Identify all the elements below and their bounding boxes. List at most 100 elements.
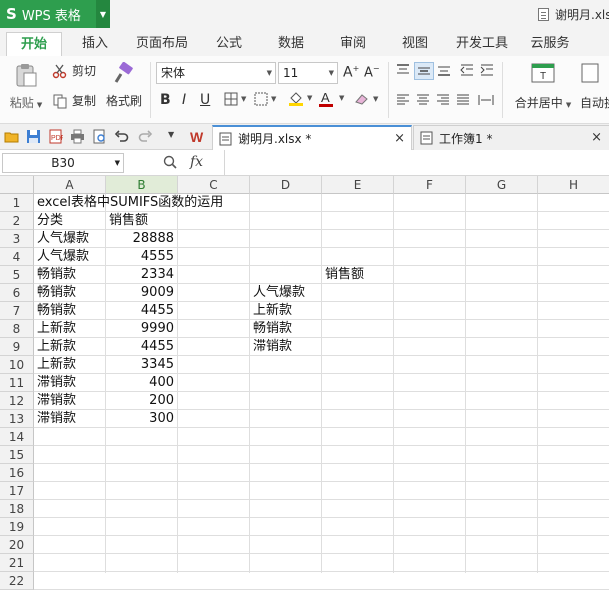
cell-d9[interactable]: 滞销款 [250,338,292,356]
fill-color-dropdown[interactable]: ▼ [304,94,312,102]
row-header-5[interactable]: 5 [0,266,34,284]
increase-indent-button[interactable] [480,64,494,76]
row-header-20[interactable]: 20 [0,536,34,554]
align-top-button[interactable] [396,64,410,76]
spreadsheet-grid[interactable]: ABCDEFGH 1 2 3 4 5 6 7 8 9 10 11 12 13 14 15 16 17 18 19 20… [0,176,609,590]
row-header-14[interactable]: 14 [0,428,34,446]
italic-button[interactable]: I [182,92,186,108]
cell-a7[interactable]: 畅销款 [34,302,76,320]
row-header-8[interactable]: 8 [0,320,34,338]
column-header-c[interactable]: C [178,176,250,194]
cell-b10[interactable]: 3345 [106,356,177,374]
save-icon[interactable] [26,129,41,144]
cell-a10[interactable]: 上新款 [34,356,76,374]
tab-review[interactable]: 审阅 [330,32,376,56]
merge-center-button[interactable]: T 合并居中 ▼ [512,62,574,120]
format-painter-button[interactable]: 格式刷 [104,62,144,120]
cell-a2[interactable]: 分类 [34,212,63,230]
cell-a3[interactable]: 人气爆款 [34,230,89,248]
row-header-22[interactable]: 22 [0,572,34,590]
row-header-19[interactable]: 19 [0,518,34,536]
customize-toolbar-icon[interactable]: ▼ [168,130,174,139]
cell-a4[interactable]: 人气爆款 [34,248,89,266]
row-header-10[interactable]: 10 [0,356,34,374]
align-center-button[interactable] [416,94,430,106]
row-header-9[interactable]: 9 [0,338,34,356]
distribute-button[interactable] [478,94,494,106]
cell-style-button[interactable]: ▼ [254,92,276,106]
row-header-1[interactable]: 1 [0,194,34,212]
tab-developer[interactable]: 开发工具 [450,32,514,56]
bold-button[interactable]: B [160,92,171,108]
fill-color-button[interactable] [288,90,304,106]
cell-a1[interactable]: excel表格中SUMIFS函数的运用 [34,194,223,212]
align-left-button[interactable] [396,94,410,106]
cell-b11[interactable]: 400 [106,374,177,392]
cell-a5[interactable]: 畅销款 [34,266,76,284]
row-header-17[interactable]: 17 [0,482,34,500]
zoom-icon[interactable] [163,155,177,169]
column-header-f[interactable]: F [394,176,466,194]
column-header-h[interactable]: H [538,176,609,194]
row-header-15[interactable]: 15 [0,446,34,464]
row-header-21[interactable]: 21 [0,554,34,572]
cell-b4[interactable]: 4555 [106,248,177,266]
redo-icon[interactable] [138,129,153,144]
cell-b2[interactable]: 销售额 [106,212,148,230]
copy-button[interactable]: 复制 [52,92,96,109]
tab-insert[interactable]: 插入 [70,32,120,56]
wps-cloud-icon[interactable]: W [190,129,205,144]
app-menu-button[interactable]: S WPS 表格 ▼ [0,0,110,28]
close-icon[interactable]: × [591,130,602,145]
cell-b6[interactable]: 9009 [106,284,177,302]
increase-font-button[interactable]: A+ [343,64,359,81]
cell-a13[interactable]: 滞销款 [34,410,76,428]
align-right-button[interactable] [436,94,450,106]
row-header-7[interactable]: 7 [0,302,34,320]
cell-d8[interactable]: 畅销款 [250,320,292,338]
print-icon[interactable] [70,129,85,144]
column-header-g[interactable]: G [466,176,538,194]
close-icon[interactable]: × [394,131,405,146]
doc-tab-active[interactable]: 谢明月.xlsx * × [212,125,412,150]
row-header-12[interactable]: 12 [0,392,34,410]
column-header-d[interactable]: D [250,176,322,194]
cell-a11[interactable]: 滞销款 [34,374,76,392]
cell-d6[interactable]: 人气爆款 [250,284,305,302]
row-header-11[interactable]: 11 [0,374,34,392]
auto-wrap-button[interactable]: 自动换 [580,62,609,120]
decrease-indent-button[interactable] [460,64,474,76]
justify-button[interactable] [456,94,470,106]
row-header-4[interactable]: 4 [0,248,34,266]
chevron-down-icon[interactable]: ▼ [96,0,110,28]
cell-b9[interactable]: 4455 [106,338,177,356]
row-header-2[interactable]: 2 [0,212,34,230]
align-bottom-button[interactable] [437,64,451,76]
row-header-16[interactable]: 16 [0,464,34,482]
font-color-button[interactable]: A [318,90,334,108]
cell-b8[interactable]: 9990 [106,320,177,338]
cell-a12[interactable]: 滞销款 [34,392,76,410]
insert-function-icon[interactable]: fx [190,154,203,170]
tab-formulas[interactable]: 公式 [206,32,252,56]
row-header-3[interactable]: 3 [0,230,34,248]
cell-a9[interactable]: 上新款 [34,338,76,356]
cell-a6[interactable]: 畅销款 [34,284,76,302]
cell-e5[interactable]: 销售额 [322,266,364,284]
cell-b3[interactable]: 28888 [106,230,177,248]
column-header-b[interactable]: B [106,176,178,194]
formula-input[interactable] [226,153,606,173]
tab-view[interactable]: 视图 [392,32,438,56]
paste-button[interactable]: 粘贴 ▼ [8,62,44,120]
cell-b12[interactable]: 200 [106,392,177,410]
doc-tab[interactable]: 工作簿1 * × [413,125,609,150]
cell-a8[interactable]: 上新款 [34,320,76,338]
undo-icon[interactable] [114,129,129,144]
cut-button[interactable]: 剪切 [52,62,96,79]
tab-page-layout[interactable]: 页面布局 [130,32,194,56]
column-header-a[interactable]: A [34,176,106,194]
borders-button[interactable]: ▼ [224,92,246,106]
tab-data[interactable]: 数据 [268,32,314,56]
cell-b13[interactable]: 300 [106,410,177,428]
tab-home[interactable]: 开始 [6,32,62,56]
